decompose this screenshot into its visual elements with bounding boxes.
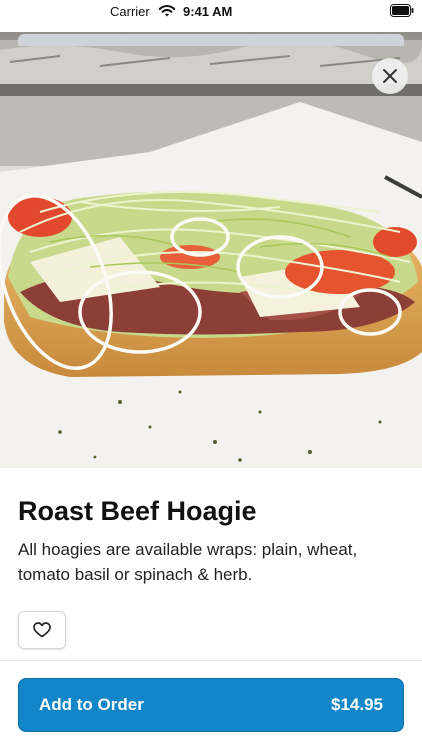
sheet-background-edge [18, 34, 404, 46]
status-bar: Carrier 9:41 AM [0, 0, 422, 24]
item-description: All hoagies are available wraps: plain, … [18, 540, 358, 584]
item-title: Roast Beef Hoagie [18, 496, 257, 526]
favorite-button[interactable] [18, 611, 66, 649]
close-icon [383, 69, 397, 83]
wifi-icon [158, 5, 176, 17]
add-to-order-label: Add to Order [39, 695, 144, 714]
item-photo [0, 32, 422, 468]
carrier-label: Carrier [110, 4, 150, 19]
item-price: $14.95 [331, 695, 383, 714]
item-detail-screen: Carrier 9:41 AM Roast Beef Hoagie All ho… [0, 0, 422, 750]
close-button[interactable] [372, 58, 408, 94]
clock: 9:41 AM [183, 4, 233, 19]
heart-icon [33, 622, 51, 638]
divider [0, 660, 422, 661]
battery-icon [390, 4, 414, 17]
hoagie-illustration [0, 32, 422, 468]
add-to-order-button[interactable]: Add to Order $14.95 [18, 678, 404, 732]
